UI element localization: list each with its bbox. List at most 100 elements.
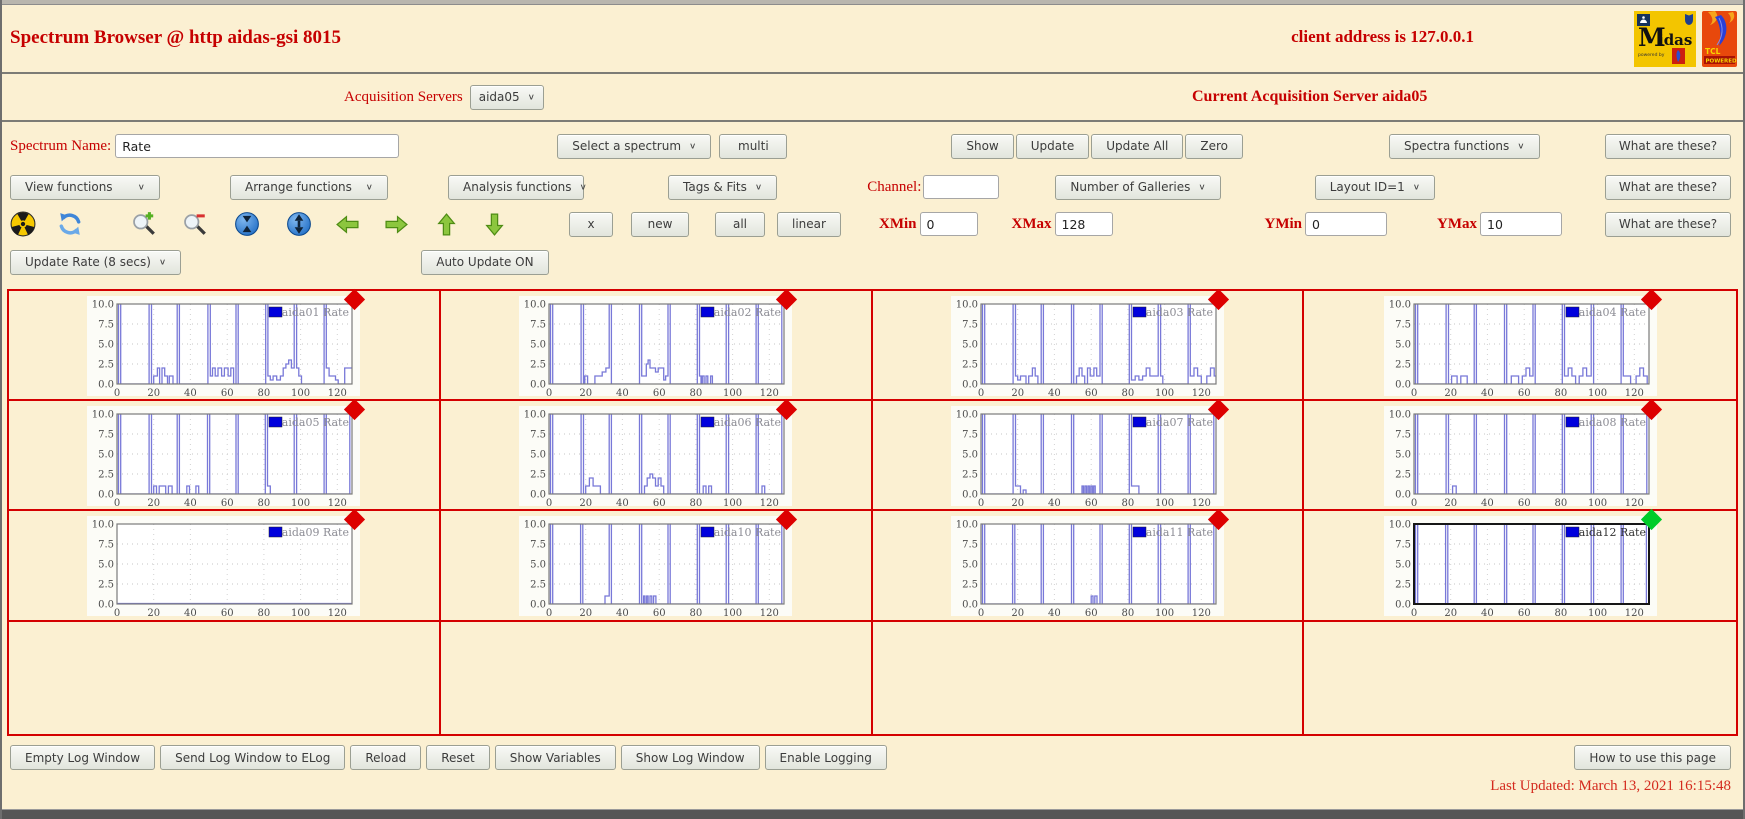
svg-text:80: 80 — [1554, 608, 1567, 616]
spectrum-chart-aida12[interactable]: 0.0 2.5 5.0 7.5 10.0 0 20 40 60 80 100 120 aida12 Ra… — [1383, 508, 1662, 619]
svg-text:120: 120 — [328, 388, 347, 396]
spectrum-chart-aida10[interactable]: 0.0 2.5 5.0 7.5 10.0 0 20 40 60 80 100 120 aida10 Ra… — [519, 508, 798, 619]
spectrum-chart-aida04[interactable]: 0.0 2.5 5.0 7.5 10.0 0 20 40 60 80 100 120 aida04 Ra… — [1383, 288, 1662, 399]
svg-text:0: 0 — [978, 388, 984, 396]
svg-text:5.0: 5.0 — [98, 450, 114, 461]
what-are-these-button-1[interactable]: What are these? — [1605, 133, 1731, 159]
title-bar: Spectrum Browser @ http aidas-gsi 8015 c… — [2, 5, 1743, 72]
footer-button-3[interactable]: Reload — [350, 745, 422, 770]
spectrum-chart-aida02[interactable]: 0.0 2.5 5.0 7.5 10.0 0 20 40 60 80 100 120 aida02 Ra… — [519, 288, 798, 399]
zoom-in-icon[interactable] — [131, 211, 157, 237]
tags-and-fits-dropdown[interactable]: Tags & Fits — [668, 174, 778, 200]
chart-canvas: 0.0 2.5 5.0 7.5 10.0 0 20 40 60 80 100 120 aida02 Ra… — [524, 300, 785, 399]
svg-text:20: 20 — [148, 608, 161, 616]
svg-text:0.0: 0.0 — [962, 600, 978, 611]
svg-text:40: 40 — [1481, 388, 1494, 396]
arrow-left-icon[interactable] — [334, 211, 360, 237]
arrow-down-icon[interactable] — [481, 211, 507, 237]
what-are-these-button-3[interactable]: What are these? — [1605, 211, 1731, 237]
gallery-cell-2: 0.0 2.5 5.0 7.5 10.0 0 20 40 60 80 100 120 aida02 Ra… — [440, 288, 873, 401]
multi-button[interactable]: multi — [719, 133, 788, 159]
svg-text:0.0: 0.0 — [1395, 490, 1411, 501]
spectrum-chart-aida08[interactable]: 0.0 2.5 5.0 7.5 10.0 0 20 40 60 80 100 120 aida08 Ra… — [1383, 398, 1662, 509]
svg-text:20: 20 — [1011, 608, 1024, 616]
zero-button[interactable]: Zero — [1185, 133, 1243, 159]
svg-text:120: 120 — [760, 608, 779, 616]
svg-text:100: 100 — [1155, 388, 1174, 396]
svg-text:10.0: 10.0 — [1388, 300, 1410, 311]
spectrum-chart-aida05[interactable]: 0.0 2.5 5.0 7.5 10.0 0 20 40 60 80 100 120 aida05 Ra… — [87, 398, 366, 509]
footer-button-5[interactable]: Show Variables — [494, 745, 616, 770]
channel-input[interactable] — [923, 175, 1000, 199]
svg-text:40: 40 — [1048, 498, 1061, 506]
svg-text:0: 0 — [546, 388, 552, 396]
footer-button-4[interactable]: Reset — [426, 745, 490, 770]
radiation-icon[interactable] — [10, 211, 36, 237]
xmin-input[interactable] — [919, 212, 978, 236]
svg-text:7.5: 7.5 — [98, 430, 114, 441]
svg-text:7.5: 7.5 — [1395, 540, 1411, 551]
current-acquisition-server-label: Current Acquisition Server aida05 — [1192, 88, 1428, 105]
footer-button-1[interactable]: Empty Log Window — [10, 745, 156, 770]
svg-text:100: 100 — [723, 608, 742, 616]
svg-text:20: 20 — [1011, 388, 1024, 396]
svg-text:60: 60 — [1517, 608, 1530, 616]
how-to-use-button[interactable]: How to use this page — [1574, 745, 1731, 770]
ymin-label: YMin — [1264, 215, 1303, 232]
footer-button-7[interactable]: Enable Logging — [764, 745, 887, 770]
xmax-input[interactable] — [1054, 212, 1113, 236]
x-axis-button[interactable]: x — [569, 211, 613, 237]
auto-update-button[interactable]: Auto Update ON — [421, 249, 549, 275]
what-are-these-button-2[interactable]: What are these? — [1605, 174, 1731, 200]
svg-text:0.0: 0.0 — [1395, 380, 1411, 391]
all-button[interactable]: all — [715, 211, 765, 237]
new-button[interactable]: new — [631, 211, 689, 237]
arrange-functions-dropdown[interactable]: Arrange functions — [230, 174, 388, 200]
ymax-input[interactable] — [1480, 212, 1562, 236]
arrow-right-icon[interactable] — [383, 211, 409, 237]
update-all-button[interactable]: Update All — [1091, 133, 1184, 159]
analysis-functions-dropdown[interactable]: Analysis functions — [448, 174, 584, 200]
svg-text:20: 20 — [1444, 388, 1457, 396]
svg-text:POWERED: POWERED — [1706, 59, 1738, 65]
spectrum-chart-aida03[interactable]: 0.0 2.5 5.0 7.5 10.0 0 20 40 60 80 100 120 aida03 Ra… — [950, 288, 1229, 399]
svg-text:100: 100 — [1155, 498, 1174, 506]
spectrum-chart-aida06[interactable]: 0.0 2.5 5.0 7.5 10.0 0 20 40 60 80 100 120 aida06 Ra… — [519, 398, 798, 509]
arrow-up-icon[interactable] — [433, 211, 459, 237]
svg-text:60: 60 — [653, 498, 666, 506]
update-rate-dropdown[interactable]: Update Rate (8 secs) — [10, 249, 182, 275]
svg-text:80: 80 — [690, 608, 703, 616]
zoom-out-icon[interactable] — [182, 211, 208, 237]
unfold-y-axis-icon[interactable] — [286, 211, 312, 237]
svg-text:80: 80 — [258, 498, 271, 506]
spectrum-chart-aida01[interactable]: 0.0 2.5 5.0 7.5 10.0 0 20 40 60 80 100 120 aida01 Ra… — [87, 288, 366, 399]
spectrum-chart-aida07[interactable]: 0.0 2.5 5.0 7.5 10.0 0 20 40 60 80 100 120 aida07 Ra… — [950, 398, 1229, 509]
number-of-galleries-dropdown[interactable]: Number of Galleries — [1055, 174, 1221, 200]
chart-canvas: 0.0 2.5 5.0 7.5 10.0 0 20 40 60 80 100 120 aida04 Ra… — [1388, 300, 1650, 399]
footer-button-2[interactable]: Send Log Window to ELog — [160, 745, 346, 770]
update-button[interactable]: Update — [1015, 133, 1090, 159]
svg-text:2.5: 2.5 — [98, 360, 114, 371]
svg-text:aida11 Rate: aida11 Rate — [1146, 526, 1213, 539]
svg-text:5.0: 5.0 — [962, 340, 978, 351]
spectrum-chart-aida09[interactable]: 0.0 2.5 5.0 7.5 10.0 0 20 40 60 80 100 120 aida09 Ra… — [87, 508, 366, 619]
acquisition-server-select[interactable]: aida05 — [469, 84, 544, 110]
show-button[interactable]: Show — [951, 133, 1014, 159]
ymin-input[interactable] — [1305, 212, 1387, 236]
linear-button[interactable]: linear — [777, 211, 841, 237]
select-a-spectrum-dropdown[interactable]: Select a spectrum — [557, 133, 712, 159]
refresh-icon[interactable] — [57, 211, 83, 237]
footer-button-6[interactable]: Show Log Window — [620, 745, 760, 770]
chart-canvas: 0.0 2.5 5.0 7.5 10.0 0 20 40 60 80 100 120 aida12 Ra… — [1388, 520, 1650, 619]
spectrum-chart-aida11[interactable]: 0.0 2.5 5.0 7.5 10.0 0 20 40 60 80 100 120 aida11 Ra… — [950, 508, 1229, 619]
svg-text:0.0: 0.0 — [98, 600, 114, 611]
spectrum-name-input[interactable] — [115, 134, 400, 158]
svg-text:7.5: 7.5 — [962, 430, 978, 441]
svg-text:10.0: 10.0 — [92, 520, 114, 531]
gallery-cell-12: 0.0 2.5 5.0 7.5 10.0 0 20 40 60 80 100 120 aida12 Ra… — [1304, 508, 1736, 622]
layout-id-dropdown[interactable]: Layout ID=1 — [1314, 174, 1436, 200]
fold-y-axis-icon[interactable] — [234, 211, 260, 237]
view-functions-dropdown[interactable]: View functions — [10, 174, 160, 200]
spectra-functions-dropdown[interactable]: Spectra functions — [1389, 133, 1540, 159]
svg-text:0: 0 — [978, 608, 984, 616]
